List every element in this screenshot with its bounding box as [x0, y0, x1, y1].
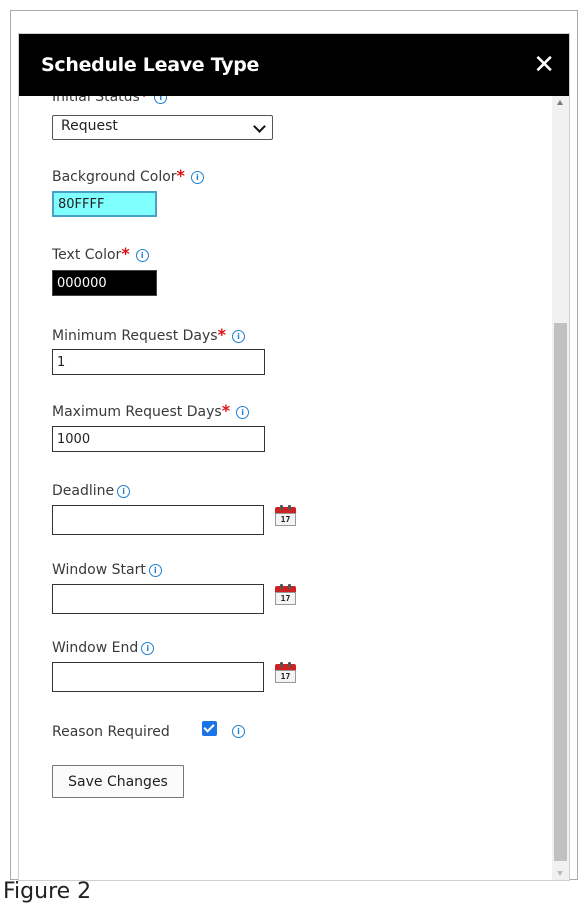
- calendar-icon[interactable]: 17: [275, 662, 296, 683]
- deadline-label: Deadline: [52, 483, 115, 499]
- calendar-icon-ring: [280, 505, 283, 510]
- info-icon[interactable]: i: [141, 642, 155, 655]
- calendar-icon-ring: [288, 662, 291, 667]
- deadline-input[interactable]: [52, 505, 264, 535]
- initial-status-value: Request: [61, 118, 118, 134]
- scroll-up-arrow-icon[interactable]: [557, 100, 563, 105]
- calendar-icon-day: 17: [275, 592, 296, 605]
- max-request-days-label: Maximum Request Days: [52, 404, 222, 420]
- info-icon[interactable]: i: [154, 96, 168, 104]
- calendar-icon-ring: [288, 584, 291, 589]
- outer-frame: Schedule Leave Type ✕ Initial Status*i R…: [10, 10, 578, 881]
- required-marker: *: [140, 96, 148, 105]
- scroll-down-arrow-icon[interactable]: [557, 871, 563, 876]
- background-color-label-row: Background Color* i: [52, 166, 204, 185]
- calendar-icon-day: 17: [275, 513, 296, 526]
- window-start-label: Window Start: [52, 562, 146, 578]
- calendar-icon-ring: [288, 505, 291, 510]
- calendar-icon-day: 17: [275, 670, 296, 683]
- required-marker: *: [217, 325, 226, 344]
- save-changes-button[interactable]: Save Changes: [52, 765, 184, 798]
- close-icon[interactable]: ✕: [533, 52, 555, 78]
- figure-caption: Figure 2: [3, 879, 92, 904]
- window-start-input[interactable]: [52, 584, 264, 614]
- dialog-content: Initial Status*i Request Background Colo…: [19, 96, 551, 880]
- min-request-days-label-row: Minimum Request Days* i: [52, 325, 245, 344]
- chevron-down-icon: [253, 120, 266, 133]
- info-icon[interactable]: i: [148, 564, 162, 577]
- calendar-icon[interactable]: 17: [275, 584, 296, 605]
- window-end-label-row: Window End i: [52, 637, 155, 656]
- info-icon[interactable]: i: [236, 406, 250, 419]
- info-icon[interactable]: i: [135, 249, 149, 262]
- required-marker: *: [176, 166, 185, 185]
- background-color-input[interactable]: [52, 191, 157, 217]
- text-color-input[interactable]: [52, 270, 157, 296]
- initial-status-label-row: Initial Status* i: [52, 96, 168, 105]
- required-marker: *: [221, 401, 231, 420]
- initial-status-label: Initial Status: [52, 96, 140, 105]
- background-color-label: Background Color: [52, 169, 177, 185]
- min-request-days-input[interactable]: [52, 349, 265, 375]
- info-icon[interactable]: i: [190, 171, 204, 184]
- required-marker: *: [121, 244, 130, 263]
- window-end-label: Window End: [52, 640, 139, 656]
- info-icon[interactable]: i: [117, 485, 131, 498]
- calendar-icon[interactable]: 17: [275, 505, 296, 526]
- dialog-titlebar: Schedule Leave Type ✕: [19, 34, 569, 96]
- reason-required-row: Reason Required: [52, 721, 170, 740]
- scrollbar-thumb[interactable]: [554, 323, 567, 861]
- min-request-days-label: Minimum Request Days: [52, 328, 218, 344]
- text-color-label-row: Text Color* i: [52, 244, 149, 263]
- text-color-label: Text Color: [52, 247, 122, 263]
- calendar-icon-ring: [280, 662, 283, 667]
- window-end-input[interactable]: [52, 662, 264, 692]
- initial-status-select[interactable]: Request: [52, 115, 273, 140]
- info-icon[interactable]: i: [232, 725, 245, 738]
- vertical-scrollbar[interactable]: [552, 96, 569, 880]
- reason-required-label: Reason Required: [52, 724, 170, 740]
- calendar-icon-ring: [280, 584, 283, 589]
- deadline-label-row: Deadline i: [52, 480, 131, 499]
- info-icon[interactable]: i: [231, 330, 245, 343]
- window-start-label-row: Window Start i: [52, 559, 162, 578]
- reason-required-checkbox[interactable]: [202, 721, 217, 736]
- checkmark-icon: [203, 721, 215, 733]
- schedule-leave-type-dialog: Schedule Leave Type ✕ Initial Status*i R…: [18, 33, 570, 881]
- dialog-title: Schedule Leave Type: [41, 54, 260, 76]
- max-request-days-input[interactable]: [52, 426, 265, 452]
- max-request-days-label-row: Maximum Request Days* i: [52, 401, 250, 420]
